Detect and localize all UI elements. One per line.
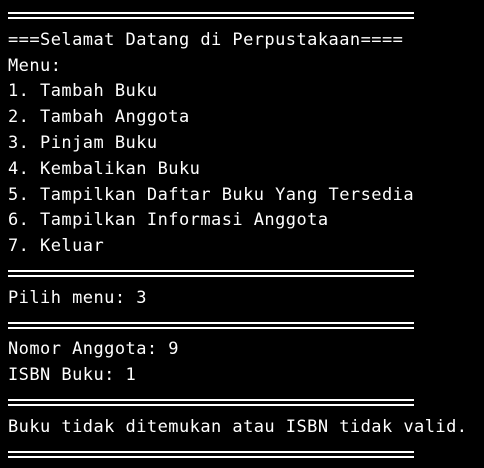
- menu-item-kembalikan-buku: 4. Kembalikan Buku: [8, 158, 201, 179]
- menu-item-keluar: 7. Keluar: [8, 236, 105, 257]
- menu-item-tambah-anggota: 2. Tambah Anggota: [8, 107, 190, 128]
- console-output[interactable]: ===Selamat Datang di Perpustakaan==== Me…: [0, 0, 484, 468]
- menu-item-tambah-buku: 1. Tambah Buku: [8, 81, 158, 102]
- separator-line: [8, 2, 484, 28]
- isbn-prompt: ISBN Buku: 1: [8, 365, 137, 386]
- error-message: Buku tidak ditemukan atau ISBN tidak val…: [8, 416, 468, 437]
- menu-heading: Menu:: [8, 55, 62, 76]
- member-number-prompt: Nomor Anggota: 9: [8, 339, 179, 360]
- separator-line: [8, 312, 484, 338]
- welcome-banner: ===Selamat Datang di Perpustakaan====: [8, 29, 404, 50]
- menu-item-informasi-anggota: 6. Tampilkan Informasi Anggota: [8, 210, 329, 231]
- menu-choice-prompt: Pilih menu: 3: [8, 287, 147, 308]
- menu-item-daftar-buku: 5. Tampilkan Daftar Buku Yang Tersedia: [8, 184, 415, 205]
- separator-line: [8, 260, 484, 286]
- separator-line: [8, 389, 484, 415]
- separator-line: [8, 441, 484, 467]
- menu-item-pinjam-buku: 3. Pinjam Buku: [8, 132, 158, 153]
